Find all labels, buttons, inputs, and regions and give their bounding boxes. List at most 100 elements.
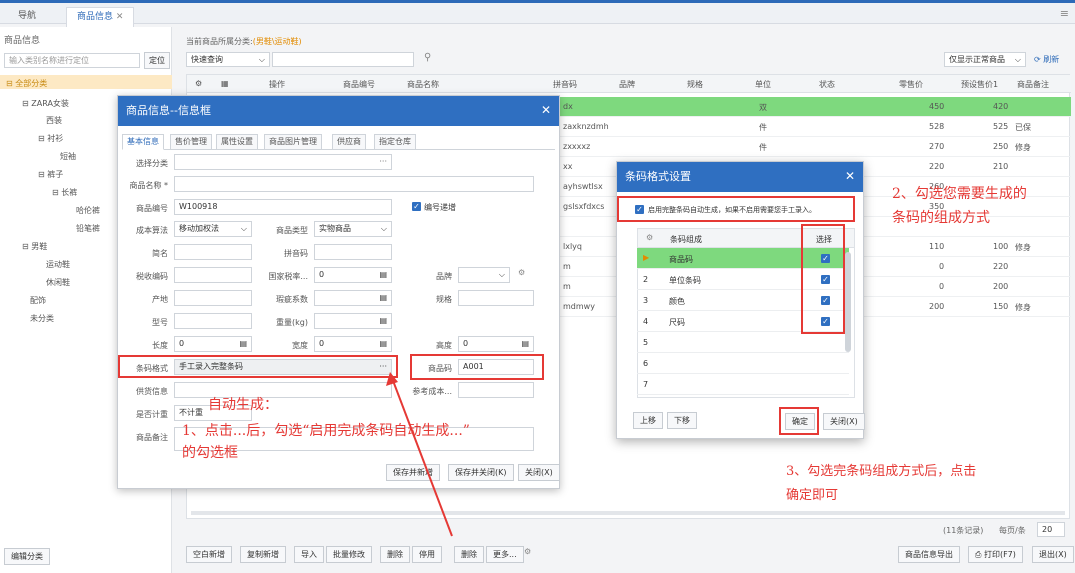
delete-button[interactable]: 删除 bbox=[380, 546, 410, 563]
export-button[interactable]: 商品信息导出 bbox=[898, 546, 960, 563]
tree-item-all[interactable]: ⊟ 全部分类 bbox=[6, 78, 47, 89]
gear-icon[interactable]: ⚙ bbox=[518, 268, 525, 277]
category-search-input[interactable]: 输入类别名称进行定位 bbox=[4, 53, 140, 68]
tree-item[interactable]: 休闲鞋 bbox=[46, 277, 70, 288]
search-input[interactable] bbox=[272, 52, 414, 67]
auto-code-checkbox[interactable]: ✓ bbox=[412, 202, 421, 211]
table-row[interactable]: 7 bbox=[637, 374, 849, 395]
exit-button[interactable]: 退出(X) bbox=[1032, 546, 1074, 563]
col-header[interactable]: 零售价 bbox=[899, 79, 923, 90]
col-header[interactable]: 操作 bbox=[269, 79, 285, 90]
batch-edit-button[interactable]: 批量修改 bbox=[326, 546, 372, 563]
pinyin-input[interactable] bbox=[314, 244, 392, 260]
save-and-close-button[interactable]: 保存并关闭(K) bbox=[448, 464, 514, 481]
ellipsis-button[interactable]: ··· bbox=[379, 360, 387, 374]
locate-button[interactable]: 定位 bbox=[144, 52, 170, 69]
import-button[interactable]: 导入 bbox=[294, 546, 324, 563]
blank-add-button[interactable]: 空白新增 bbox=[186, 546, 232, 563]
tax-rate-input[interactable]: 0 ▤ bbox=[314, 267, 392, 283]
close-icon[interactable]: ✕ bbox=[541, 103, 551, 117]
weight-input[interactable]: ▤ bbox=[314, 313, 392, 329]
col-header[interactable]: 商品名称 bbox=[407, 79, 439, 90]
remove-button[interactable]: 删除 bbox=[454, 546, 484, 563]
per-page-select[interactable]: 20 bbox=[1037, 522, 1065, 537]
tree-item[interactable]: 西装 bbox=[46, 115, 62, 126]
col-header[interactable]: 单位 bbox=[755, 79, 771, 90]
close-button[interactable]: 关闭(X) bbox=[518, 464, 560, 481]
save-and-new-button[interactable]: 保存并新增 bbox=[386, 464, 440, 481]
product-name-input[interactable] bbox=[174, 176, 534, 192]
disable-button[interactable]: 停用 bbox=[412, 546, 442, 563]
gear-icon[interactable]: ⚙ bbox=[524, 547, 531, 556]
tree-item[interactable]: ⊟ 长裤 bbox=[52, 187, 77, 198]
goods-code-input[interactable]: A001 bbox=[458, 359, 534, 375]
tab-images[interactable]: 商品图片管理 bbox=[264, 134, 322, 150]
more-button[interactable]: 更多... bbox=[486, 546, 524, 563]
tree-item[interactable]: 短袖 bbox=[60, 151, 76, 162]
defect-ratio-input[interactable]: ▤ bbox=[314, 290, 392, 306]
status-filter-select[interactable]: 仅显示正常商品 ⌵ bbox=[944, 52, 1026, 67]
width-input[interactable]: 0 ▤ bbox=[314, 336, 392, 352]
move-down-button[interactable]: 下移 bbox=[667, 412, 697, 429]
tree-item[interactable]: 配饰 bbox=[30, 295, 46, 306]
category-picker[interactable]: ··· bbox=[174, 154, 392, 170]
enable-auto-barcode-checkbox[interactable]: ✓ bbox=[635, 205, 644, 214]
search-icon[interactable]: ⚲ bbox=[424, 52, 431, 63]
label: 国家税率... bbox=[268, 272, 308, 281]
gear-icon[interactable]: ⚙ bbox=[195, 79, 202, 88]
col-header[interactable]: 商品编号 bbox=[343, 79, 375, 90]
tab-warehouse[interactable]: 指定仓库 bbox=[374, 134, 416, 150]
table-row[interactable]: 6 bbox=[637, 353, 849, 374]
tree-item[interactable]: ⊟ 衬衫 bbox=[38, 133, 63, 144]
edit-category-button[interactable]: 编辑分类 bbox=[4, 548, 50, 565]
col-header[interactable]: 状态 bbox=[819, 79, 835, 90]
length-input[interactable]: 0 ▤ bbox=[174, 336, 252, 352]
brand-select[interactable]: ⌵ bbox=[458, 267, 510, 283]
horizontal-scrollbar[interactable] bbox=[191, 511, 1065, 515]
label: 规格 bbox=[436, 295, 452, 304]
menu-icon[interactable]: ≡ bbox=[1060, 7, 1069, 20]
short-name-input[interactable] bbox=[174, 244, 252, 260]
col-header[interactable]: 品牌 bbox=[619, 79, 635, 90]
tree-item[interactable]: 运动鞋 bbox=[46, 259, 70, 270]
product-code-input[interactable]: W100918 bbox=[174, 199, 392, 215]
barcode-format-input[interactable]: 手工录入完整条码 ··· bbox=[174, 359, 392, 375]
tab-product-info[interactable]: 商品信息 ✕ bbox=[66, 7, 135, 27]
close-icon[interactable]: ✕ bbox=[845, 169, 855, 183]
col-header[interactable]: 规格 bbox=[687, 79, 703, 90]
model-input[interactable] bbox=[174, 313, 252, 329]
move-up-button[interactable]: 上移 bbox=[633, 412, 663, 429]
spec-input[interactable] bbox=[458, 290, 534, 306]
col-header[interactable]: 商品备注 bbox=[1017, 79, 1049, 90]
gear-icon[interactable]: ⚙ bbox=[646, 233, 653, 242]
refresh-button[interactable]: ⟳ 刷新 bbox=[1034, 54, 1059, 65]
close-icon[interactable]: ✕ bbox=[116, 12, 124, 22]
reference-cost-input[interactable] bbox=[458, 382, 534, 398]
tab-suppliers[interactable]: 供应商 bbox=[332, 134, 366, 150]
origin-input[interactable] bbox=[174, 290, 252, 306]
tab-attributes[interactable]: 属性设置 bbox=[216, 134, 258, 150]
copy-add-button[interactable]: 复制新增 bbox=[240, 546, 286, 563]
tree-item[interactable]: ⊟ 男鞋 bbox=[22, 241, 47, 252]
tab-basic-info[interactable]: 基本信息 bbox=[122, 134, 164, 150]
tree-item[interactable]: 哈伦裤 bbox=[76, 205, 100, 216]
close-button[interactable]: 关闭(X) bbox=[823, 413, 865, 430]
search-mode-select[interactable]: 快速查询 ⌵ bbox=[186, 52, 270, 67]
confirm-button[interactable]: 确定 bbox=[785, 413, 815, 430]
tree-item[interactable]: ⊟ ZARA女装 bbox=[22, 98, 69, 109]
cost-method-select[interactable]: 移动加权法 ⌵ bbox=[174, 221, 252, 237]
print-button[interactable]: ⎙ 打印(F7) bbox=[968, 546, 1023, 563]
tax-code-input[interactable] bbox=[174, 267, 252, 283]
product-type-select[interactable]: 实物商品 ⌵ bbox=[314, 221, 392, 237]
tree-item[interactable]: 铅笔裤 bbox=[76, 223, 100, 234]
col-header[interactable]: 拼音码 bbox=[553, 79, 577, 90]
col-header[interactable]: 预设售价1 bbox=[961, 79, 998, 90]
tree-item[interactable]: 未分类 bbox=[30, 313, 54, 324]
tree-item[interactable]: ⊟ 裤子 bbox=[38, 169, 63, 180]
table-row[interactable]: 5 bbox=[637, 332, 849, 353]
height-input[interactable]: 0 ▤ bbox=[458, 336, 534, 352]
tab-pricing[interactable]: 售价管理 bbox=[170, 134, 212, 150]
vertical-scrollbar[interactable] bbox=[845, 252, 851, 352]
tab-navigation[interactable]: 导航 bbox=[8, 7, 46, 27]
supplier-input[interactable] bbox=[174, 382, 392, 398]
